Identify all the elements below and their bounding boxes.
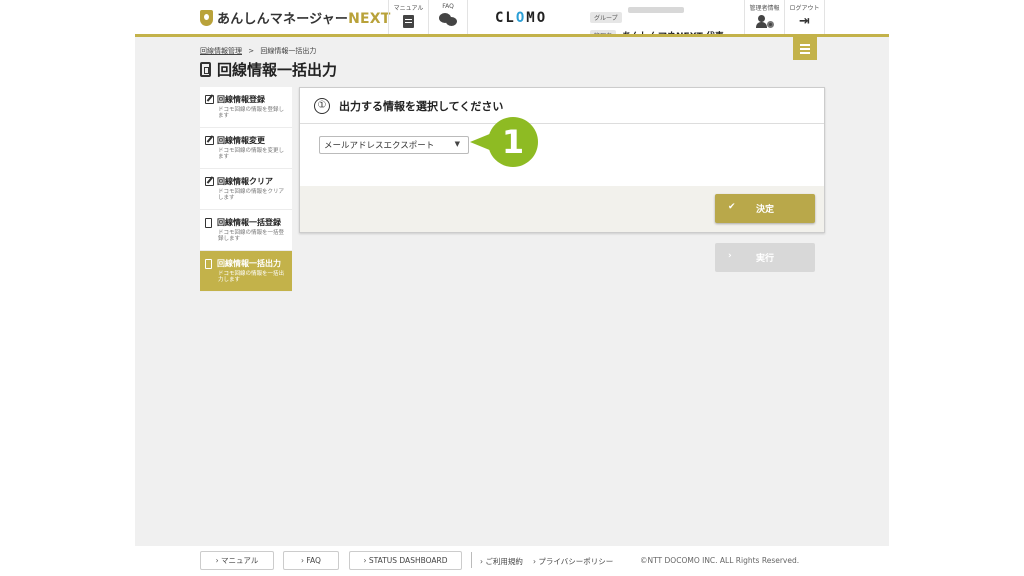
admin-info-button[interactable]: 管理者情報 (744, 0, 784, 34)
terms-label: ご利用規約 (485, 557, 523, 566)
logout-button[interactable]: ログアウト ⇥ (784, 0, 825, 34)
privacy-link[interactable]: › プライバシーポリシー (533, 556, 613, 567)
page-title: 回線情報一括出力 (200, 59, 337, 80)
terms-link[interactable]: › ご利用規約 (480, 556, 523, 567)
phone-icon (205, 217, 212, 228)
manual-button[interactable]: マニュアル (388, 0, 428, 34)
sidebar-item-label: 回線情報登録 (217, 95, 265, 104)
sidebar-item-label: 回線情報クリア (217, 177, 273, 186)
sidebar-item-register[interactable]: 回線情報登録 ドコモ回線の情報を登録します (200, 87, 292, 128)
sidebar-item-label: 回線情報一括出力 (217, 259, 281, 268)
hamburger-menu-button[interactable] (793, 37, 817, 60)
edit-icon (205, 95, 214, 104)
sidebar-item-change[interactable]: 回線情報変更 ドコモ回線の情報を変更します (200, 128, 292, 169)
logo-name: あんしんマネージャー (217, 12, 349, 27)
page-title-text: 回線情報一括出力 (217, 61, 338, 79)
sidebar-item-desc: ドコモ回線の情報をクリアします (218, 189, 285, 201)
sidebar-item-desc: ドコモ回線の情報を登録します (218, 107, 285, 119)
logout-icon: ⇥ (799, 14, 810, 29)
chevron-right-icon: › (728, 251, 732, 261)
step-callout: 1 (470, 117, 542, 167)
edit-icon (205, 177, 214, 186)
sidebar-item-label: 回線情報変更 (217, 136, 265, 145)
shield-logo-icon (200, 9, 213, 26)
phone-icon (205, 258, 212, 269)
breadcrumb: 回線情報管理 > 回線情報一括出力 (200, 46, 316, 56)
panel-header: ① 出力する情報を選択してください (300, 88, 824, 124)
sidebar: 回線情報登録 ドコモ回線の情報を登録します 回線情報変更 ドコモ回線の情報を変更… (200, 87, 292, 292)
sidebar-item-bulk-register[interactable]: 回線情報一括登録 ドコモ回線の情報を一括登録します (200, 210, 292, 251)
select-value: メールアドレスエクスポート (324, 141, 435, 151)
step-number: ① (314, 97, 330, 114)
footer-manual-button[interactable]: › マニュアル (200, 551, 274, 570)
callout-number: 1 (488, 117, 538, 167)
faq-button[interactable]: FAQ (428, 0, 468, 34)
sidebar-item-desc: ドコモ回線の情報を一括登録します (218, 230, 285, 242)
execute-button[interactable]: › 実行 (715, 243, 815, 272)
group-tag: グループ (590, 12, 622, 23)
user-gear-icon (755, 15, 774, 28)
edit-icon (205, 136, 214, 145)
sidebar-item-desc: ドコモ回線の情報を一括出力します (218, 271, 285, 283)
phone-icon (200, 62, 211, 77)
footer-status-button[interactable]: › STATUS DASHBOARD (349, 551, 462, 570)
footer-manual-label: マニュアル (221, 556, 259, 565)
dropdown-arrow-icon: ▼ (454, 140, 460, 148)
footer-status-label: STATUS DASHBOARD (368, 556, 448, 565)
confirm-button[interactable]: ✔ 決定 (715, 194, 815, 223)
sidebar-item-clear[interactable]: 回線情報クリア ドコモ回線の情報をクリアします (200, 169, 292, 210)
group-name-redacted (628, 7, 684, 13)
sidebar-item-desc: ドコモ回線の情報を変更します (218, 148, 285, 160)
sidebar-item-label: 回線情報一括登録 (217, 218, 281, 227)
book-icon (403, 15, 414, 28)
logout-label: ログアウト (789, 5, 820, 12)
breadcrumb-current: 回線情報一括出力 (260, 47, 317, 55)
sidebar-item-bulk-export[interactable]: 回線情報一括出力 ドコモ回線の情報を一括出力します (200, 251, 292, 292)
faq-label: FAQ (442, 3, 454, 10)
footer-divider (471, 552, 472, 568)
footer-faq-label: FAQ (306, 556, 321, 565)
check-icon: ✔ (728, 202, 736, 212)
app-logo[interactable]: あんしんマネージャーNEXT (200, 8, 391, 27)
breadcrumb-separator: > (248, 47, 255, 55)
confirm-label: 決定 (755, 205, 774, 215)
breadcrumb-parent-link[interactable]: 回線情報管理 (200, 47, 242, 55)
admin-info-label: 管理者情報 (749, 5, 780, 12)
panel-heading: 出力する情報を選択してください (339, 99, 504, 113)
clomo-brand: CLOMO (495, 10, 548, 26)
execute-label: 実行 (755, 254, 774, 264)
footer-faq-button[interactable]: › FAQ (283, 551, 339, 570)
copyright: ©NTT DOCOMO INC. ALL Rights Reserved. (640, 556, 800, 565)
privacy-label: プライバシーポリシー (538, 557, 614, 566)
logo-next: NEXT (348, 11, 391, 27)
chat-bubbles-icon (439, 13, 457, 26)
manual-label: マニュアル (393, 5, 424, 12)
export-type-select[interactable]: メールアドレスエクスポート ▼ (319, 136, 469, 154)
logo-text: あんしんマネージャーNEXT (217, 8, 391, 27)
